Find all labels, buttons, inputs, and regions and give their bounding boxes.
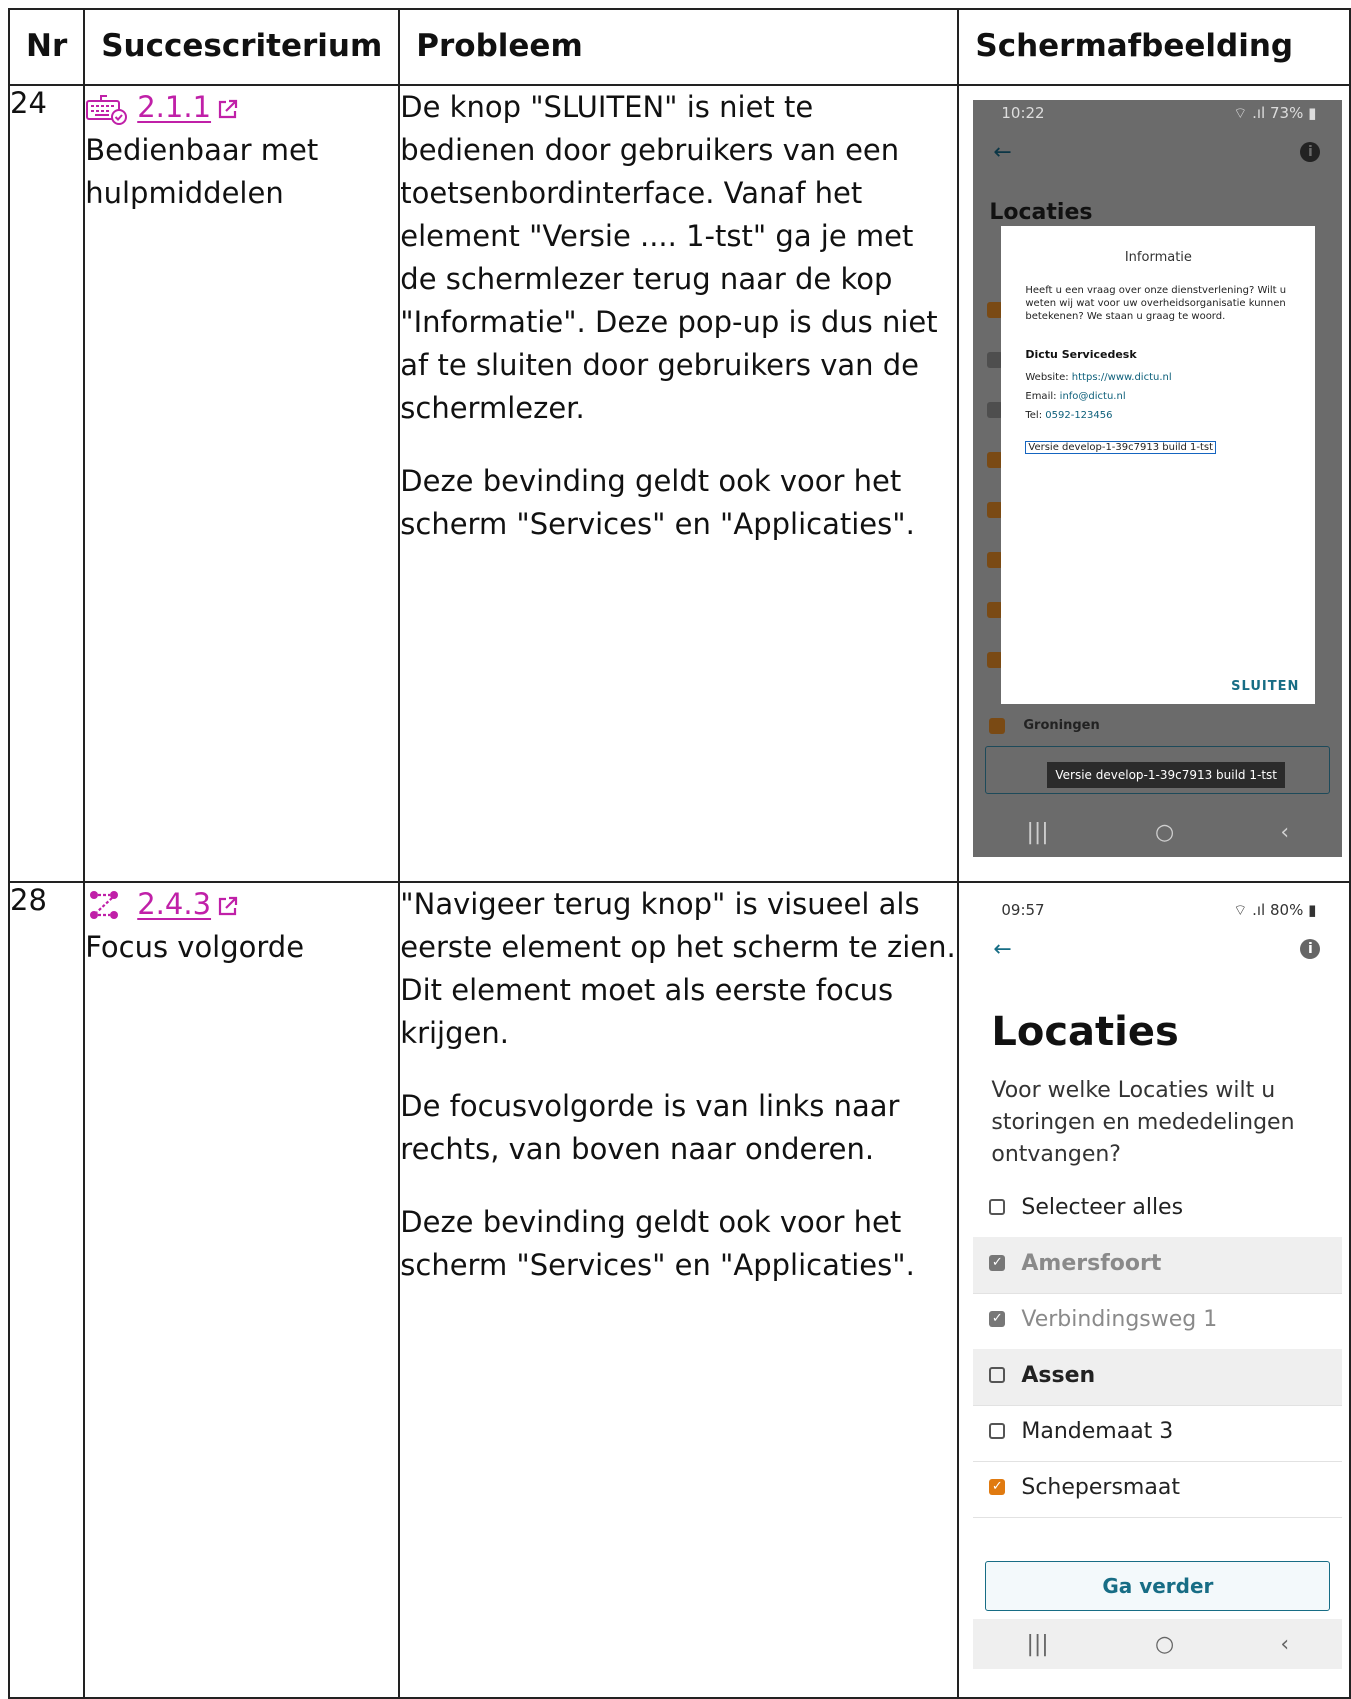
list-item[interactable]: Mandemaat 3 <box>973 1405 1343 1462</box>
status-time: 09:57 <box>1001 901 1045 919</box>
focus-order-icon <box>90 890 119 919</box>
home-icon[interactable]: ○ <box>1155 1632 1174 1657</box>
checkbox-icon[interactable] <box>989 1367 1006 1383</box>
back-arrow-icon[interactable]: ← <box>993 937 1011 962</box>
table-row: 24 2.1.1 Bedienbaar met hulpmiddelen De … <box>7 84 1351 883</box>
problem-cell: De knop "SLUITEN" is niet te bedienen do… <box>398 84 960 883</box>
keyboard-icon <box>86 94 128 125</box>
website-link[interactable]: https://www.dictu.nl <box>1072 372 1172 383</box>
header-nr: Nr <box>7 8 86 86</box>
problem-paragraph: Deze bevinding geldt ook voor het scherm… <box>400 464 915 541</box>
website-line: Website: https://www.dictu.nl <box>1025 372 1172 383</box>
status-battery: ⌔ .ıl 80% ▮ <box>1233 901 1317 919</box>
list-item[interactable]: ✓ Amersfoort <box>973 1237 1343 1294</box>
info-dialog: Informatie Heeft u een vraag over onze d… <box>1001 226 1316 704</box>
screenshot-cell: 09:57 ⌔ .ıl 80% ▮ ← i Locaties Voor welk… <box>957 881 1351 1699</box>
criterion-link-2-1-1[interactable]: 2.1.1 <box>137 86 239 129</box>
header-problem: Probleem <box>398 8 960 86</box>
home-icon[interactable]: ○ <box>1155 820 1174 845</box>
row-nr: 28 <box>7 881 86 1699</box>
checkbox-icon[interactable] <box>989 1423 1006 1439</box>
criterion-name: Bedienbaar met hulpmiddelen <box>85 133 319 210</box>
list-item[interactable]: Assen <box>973 1349 1343 1406</box>
list-item-label: Assen <box>1021 1363 1096 1388</box>
page-subtitle: Voor welke Locaties wilt u storingen en … <box>991 1078 1295 1167</box>
problem-paragraph: Deze bevinding geldt ook voor het scherm… <box>400 1205 915 1282</box>
row-nr: 24 <box>7 84 86 883</box>
list-item-label: Mandemaat 3 <box>1021 1419 1174 1444</box>
checkbox-icon[interactable] <box>989 1199 1006 1215</box>
list-item[interactable]: ✓ Schepersmaat <box>973 1461 1343 1518</box>
close-button[interactable]: SLUITEN <box>1231 679 1299 694</box>
screenshot-locaties: 09:57 ⌔ .ıl 80% ▮ ← i Locaties Voor welk… <box>973 897 1343 1697</box>
battery-level: 80% <box>1270 901 1304 919</box>
list-item-label: Verbindingsweg 1 <box>1021 1307 1218 1332</box>
checkbox-checked-icon[interactable]: ✓ <box>989 1311 1006 1327</box>
battery-level: 73% <box>1270 104 1304 122</box>
checkbox-checked-icon[interactable]: ✓ <box>989 1255 1006 1271</box>
status-time: 10:22 <box>1001 104 1045 122</box>
table-row: 28 2.4.3 Focus volgorde "Navigeer terug … <box>7 881 1351 1699</box>
header-criterion: Succescriterium <box>83 8 401 86</box>
android-nav-bar: ||| ○ ‹ <box>973 1619 1343 1669</box>
continue-button[interactable]: Ga verder <box>985 1561 1331 1611</box>
email-line: Email: info@dictu.nl <box>1025 391 1126 402</box>
screenshot-informatie-dialog: 10:22 ⌔ .ıl 73% ▮ ← i Locaties Groningen <box>973 100 1343 857</box>
recent-apps-icon[interactable]: ||| <box>1026 820 1048 845</box>
version-text: Versie develop-1-39c7913 build 1-tst <box>1025 441 1217 454</box>
info-icon[interactable]: i <box>1300 939 1321 959</box>
problem-cell: "Navigeer terug knop" is visueel als eer… <box>398 881 960 1699</box>
status-battery: ⌔ .ıl 73% ▮ <box>1233 104 1317 122</box>
list-item[interactable]: ✓ Verbindingsweg 1 <box>973 1293 1343 1350</box>
back-arrow-icon: ← <box>993 140 1012 165</box>
problem-paragraph: "Navigeer terug knop" is visueel als eer… <box>400 887 956 1050</box>
external-link-icon <box>218 99 238 119</box>
problem-paragraph: De focusvolgorde is van links naar recht… <box>400 1089 900 1166</box>
criterion-cell: 2.4.3 Focus volgorde <box>83 881 401 1699</box>
findings-table: Nr Succescriterium Probleem Schermafbeel… <box>7 8 1351 1699</box>
dialog-org: Dictu Servicedesk <box>1025 348 1137 361</box>
list-item-label: Selecteer alles <box>1021 1195 1184 1220</box>
criterion-code: 2.1.1 <box>137 90 212 124</box>
header-screenshot: Schermafbeelding <box>957 8 1351 86</box>
dialog-title: Informatie <box>1124 250 1192 265</box>
external-link-icon <box>218 896 238 916</box>
criterion-code: 2.4.3 <box>137 887 212 921</box>
checkbox-checked-icon[interactable]: ✓ <box>989 1479 1006 1495</box>
screenshot-cell: 10:22 ⌔ .ıl 73% ▮ ← i Locaties Groningen <box>957 84 1351 883</box>
criterion-cell: 2.1.1 Bedienbaar met hulpmiddelen <box>83 84 401 883</box>
list-item-label: Amersfoort <box>1021 1251 1162 1276</box>
dialog-body: Heeft u een vraag over onze dienstverlen… <box>1025 285 1287 322</box>
android-nav-bar: ||| ○ ‹ <box>973 807 1342 857</box>
tel-line: Tel: 0592-123456 <box>1025 410 1113 421</box>
nav-back-icon[interactable]: ‹ <box>1280 1632 1289 1657</box>
checkbox-groningen[interactable] <box>989 718 1006 734</box>
problem-paragraph: De knop "SLUITEN" is niet te bedienen do… <box>400 90 938 425</box>
criterion-link-2-4-3[interactable]: 2.4.3 <box>137 883 239 926</box>
list-item: Groningen <box>1023 718 1100 733</box>
page-heading: Locaties <box>991 1009 1179 1055</box>
nav-back-icon[interactable]: ‹ <box>1280 820 1289 845</box>
version-tooltip: Versie develop-1-39c7913 build 1-tst <box>1047 762 1285 788</box>
recent-apps-icon[interactable]: ||| <box>1026 1632 1048 1657</box>
page-heading: Locaties <box>989 200 1093 225</box>
tel-link[interactable]: 0592-123456 <box>1045 410 1112 421</box>
criterion-name: Focus volgorde <box>85 930 305 964</box>
list-item-label: Schepersmaat <box>1021 1475 1180 1500</box>
select-all-row[interactable]: Selecteer alles <box>973 1181 1343 1238</box>
header-row: Nr Succescriterium Probleem Schermafbeel… <box>7 8 1351 86</box>
email-link[interactable]: info@dictu.nl <box>1060 391 1126 402</box>
info-icon: i <box>1300 142 1321 162</box>
